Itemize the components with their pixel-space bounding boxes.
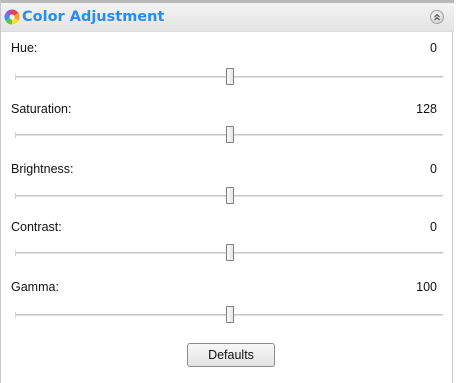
slider-tick: [15, 312, 16, 318]
slider-tick: [15, 193, 16, 199]
brightness-slider-thumb[interactable]: [226, 187, 234, 204]
brightness-slider[interactable]: [15, 185, 443, 207]
saturation-slider[interactable]: [15, 124, 443, 146]
gamma-slider-thumb[interactable]: [226, 306, 234, 323]
gamma-label: Gamma:: [11, 280, 59, 294]
saturation-label: Saturation:: [11, 102, 72, 116]
brightness-value: 0: [430, 162, 437, 176]
collapse-button[interactable]: [430, 10, 444, 24]
hue-value: 0: [430, 41, 437, 55]
gamma-slider[interactable]: [15, 304, 443, 326]
contrast-value: 0: [430, 220, 437, 234]
saturation-slider-thumb[interactable]: [226, 126, 234, 143]
brightness-label: Brightness:: [11, 162, 74, 176]
defaults-button[interactable]: Defaults: [187, 343, 275, 367]
slider-tick: [15, 74, 16, 80]
color-adjustment-panel: Color Adjustment Hue: 0 Saturation: 128 …: [0, 0, 454, 383]
hue-slider[interactable]: [15, 66, 443, 88]
gamma-value: 100: [416, 280, 437, 294]
contrast-label: Contrast:: [11, 220, 62, 234]
hue-label: Hue:: [11, 41, 38, 55]
contrast-slider[interactable]: [15, 242, 443, 264]
color-wheel-icon: [4, 9, 20, 25]
slider-tick: [15, 250, 16, 256]
contrast-slider-thumb[interactable]: [226, 244, 234, 261]
double-chevron-up-icon: [434, 13, 440, 21]
hue-slider-thumb[interactable]: [226, 68, 234, 85]
slider-tick: [15, 132, 16, 138]
panel-title: Color Adjustment: [22, 9, 165, 25]
panel-header[interactable]: Color Adjustment: [1, 0, 454, 32]
saturation-value: 128: [416, 102, 437, 116]
